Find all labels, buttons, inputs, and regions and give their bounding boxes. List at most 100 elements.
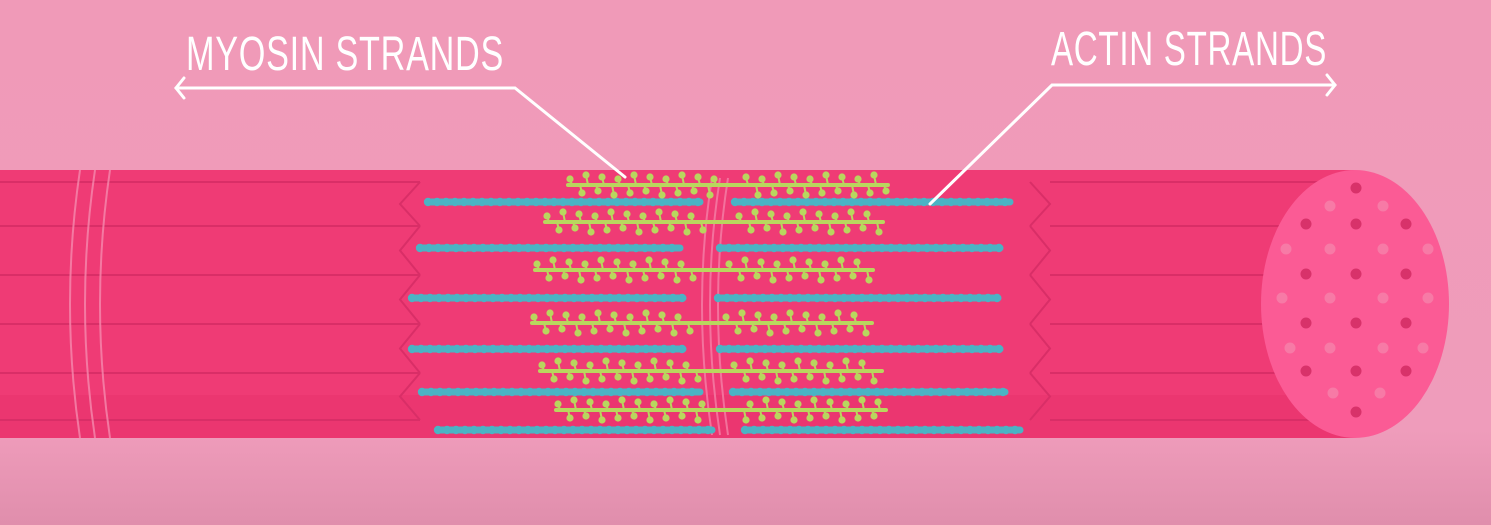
fiber-dot (1377, 243, 1389, 255)
actin-bead (904, 344, 914, 354)
actin-bead (976, 243, 986, 253)
circular-cross-section-icon (1261, 170, 1449, 438)
actin-bead (497, 293, 507, 303)
actin-bead (751, 344, 761, 354)
myosin-head (795, 226, 803, 234)
myosin-head (533, 260, 541, 268)
actin-bead (785, 425, 795, 435)
myosin-head (822, 171, 830, 179)
actin-bead (947, 293, 957, 303)
myosin-head (810, 396, 818, 404)
myosin-head (754, 311, 762, 319)
actin-bead (649, 243, 659, 253)
myosin-head (849, 272, 857, 280)
myosin-head (826, 398, 834, 406)
actin-bead (658, 425, 668, 435)
fiber-dot (1350, 406, 1362, 418)
actin-bead (486, 197, 496, 207)
actin-bead (1010, 425, 1020, 435)
fiber-dot (1350, 365, 1362, 377)
actin-bead (623, 344, 633, 354)
myosin-head (602, 357, 610, 365)
actin-bead (796, 344, 806, 354)
myosin-head (667, 224, 675, 232)
myosin-head (661, 258, 669, 266)
actin-bead (667, 243, 677, 253)
myosin-head (634, 361, 642, 369)
actin-bead (821, 293, 831, 303)
actin-bead (614, 344, 624, 354)
actin-bead (498, 387, 508, 397)
actin-bead (561, 387, 571, 397)
myosin-head (578, 313, 586, 321)
actin-bead (416, 344, 426, 354)
myosin-head (842, 400, 850, 408)
myosin-head (837, 256, 845, 264)
actin-bead (452, 293, 462, 303)
actin-bead (550, 425, 560, 435)
actin-bead (899, 387, 909, 397)
actin-bead (728, 387, 738, 397)
actin-bead (749, 425, 759, 435)
actin-bead (868, 344, 878, 354)
actin-bead (713, 293, 723, 303)
myosin-head (626, 189, 634, 197)
myosin-head (543, 212, 551, 220)
diagram-stage: MYOSIN STRANDS ACTIN STRANDS (0, 0, 1491, 525)
actin-bead (577, 425, 587, 435)
myosin-head (622, 329, 630, 337)
myosin-head (662, 373, 670, 381)
actin-bead (578, 293, 588, 303)
fiber-dot (1300, 365, 1312, 377)
actin-bead (451, 243, 461, 253)
myosin-head (875, 228, 883, 236)
myosin-head (566, 414, 574, 422)
fiber-dot (1350, 182, 1362, 194)
myosin-head (671, 210, 679, 218)
myosin-head (811, 224, 819, 232)
actin-bead (460, 243, 470, 253)
myosin-head (549, 256, 557, 264)
actin-bead (803, 293, 813, 303)
actin-bead (462, 387, 472, 397)
myosin-head (538, 361, 546, 369)
myosin-head (619, 224, 627, 232)
actin-bead (847, 197, 857, 207)
actin-bead (669, 387, 679, 397)
myosin-head (686, 327, 694, 335)
fiber-dot (1324, 243, 1336, 255)
actin-bead (890, 387, 900, 397)
actin-bead (913, 344, 923, 354)
fiber-dot (1350, 218, 1362, 230)
actin-bead (612, 197, 622, 207)
myosin-head (790, 375, 798, 383)
actin-bead (632, 293, 642, 303)
myosin-head (594, 187, 602, 195)
myosin-head (626, 313, 634, 321)
myosin-head (779, 228, 787, 236)
actin-bead (800, 387, 810, 397)
actin-bead (814, 344, 824, 354)
myosin-head (858, 396, 866, 404)
myosin-head (769, 276, 777, 284)
myosin-head (870, 171, 878, 179)
actin-bead (515, 293, 525, 303)
actin-bead (937, 197, 947, 207)
fiber-dot (1377, 342, 1389, 354)
actin-bead (908, 387, 918, 397)
actin-bead (540, 197, 550, 207)
actin-bead (875, 425, 885, 435)
myosin-head (578, 189, 586, 197)
myosin-head (542, 327, 550, 335)
actin-bead (877, 344, 887, 354)
actin-bead (971, 387, 981, 397)
actin-bead (441, 197, 451, 207)
actin-bead (559, 243, 569, 253)
actin-bead (715, 344, 725, 354)
actin-bead (982, 197, 992, 207)
myosin-head (657, 272, 665, 280)
actin-bead (892, 197, 902, 207)
actin-bead (760, 344, 770, 354)
actin-bead (895, 243, 905, 253)
actin-bead (985, 243, 995, 253)
